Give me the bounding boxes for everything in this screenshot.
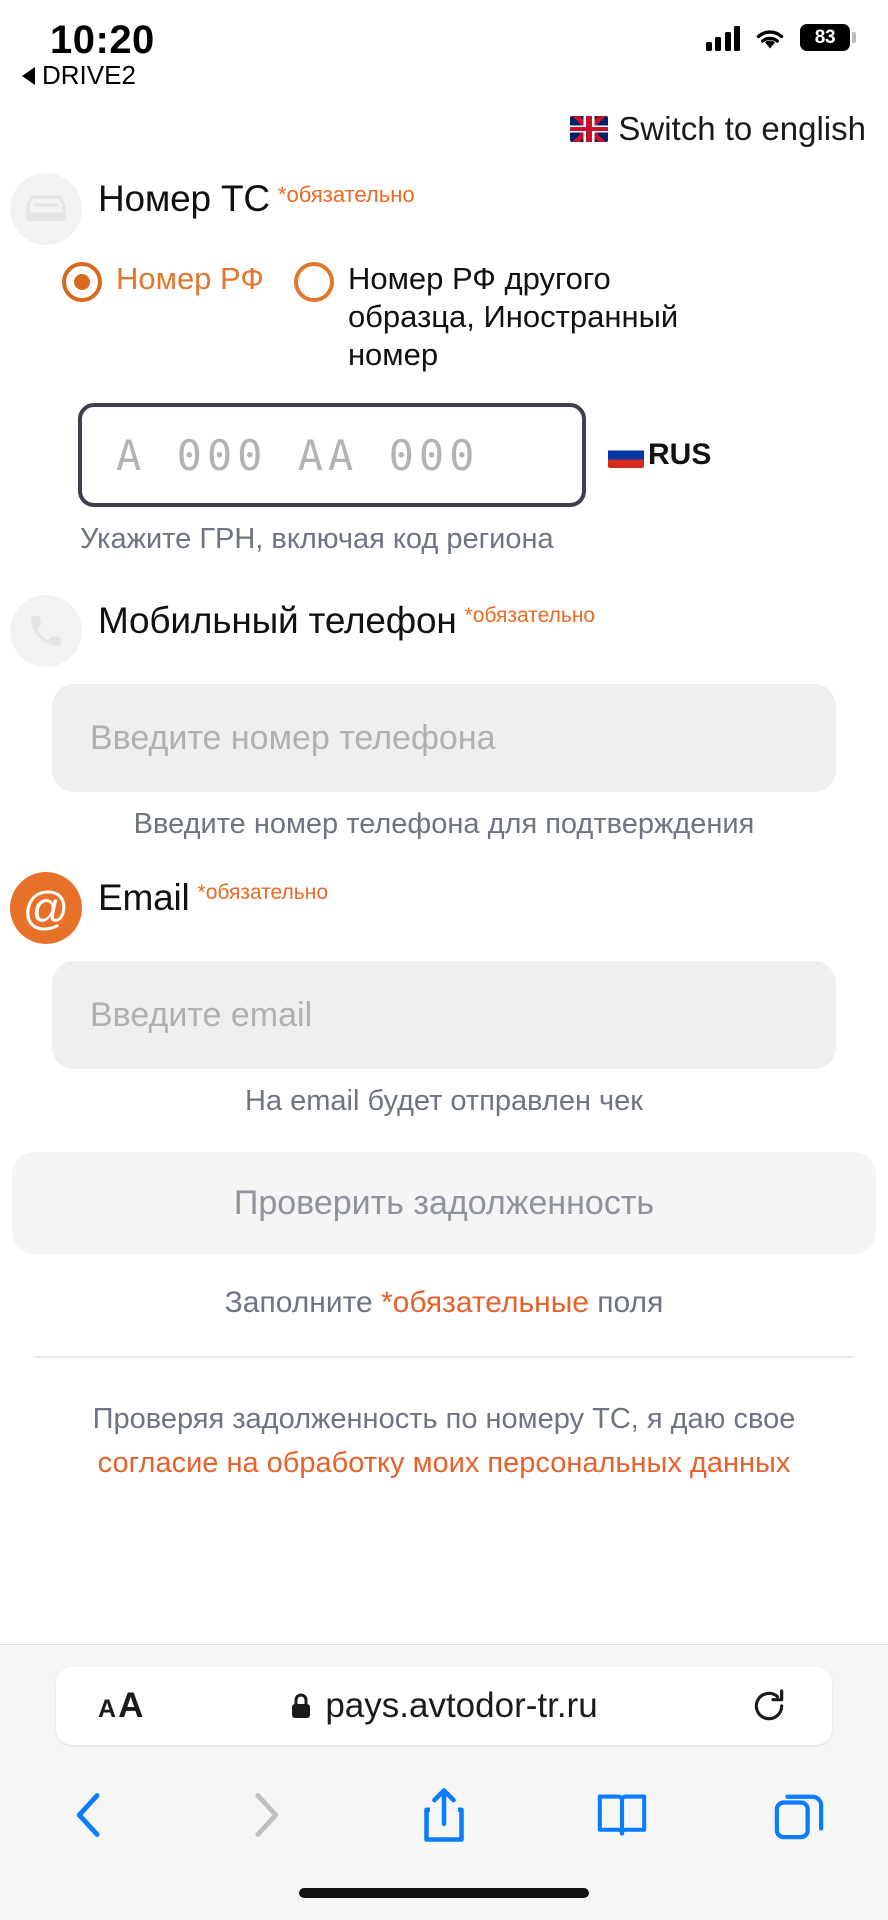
plate-type-radio-group: Номер РФ Номер РФ другого образца, Иност…	[62, 260, 888, 373]
reload-icon[interactable]	[750, 1687, 788, 1725]
fill-required-note: Заполните *обязательные поля	[0, 1286, 888, 1320]
cellular-bars-icon	[705, 25, 740, 51]
radio-ru-plate-label: Номер РФ	[116, 261, 264, 296]
share-icon	[424, 1788, 464, 1842]
browser-nav-buttons	[0, 1767, 888, 1863]
vehicle-field-header: Номер ТС *обязательно	[0, 173, 888, 245]
radio-other-plate-icon[interactable]	[293, 262, 334, 302]
car-icon	[10, 173, 82, 245]
phone-required-label: *обязательно	[464, 604, 596, 628]
phone-input[interactable]: Введите номер телефона	[52, 684, 836, 793]
at-icon: @	[10, 872, 82, 945]
nav-back-button[interactable]	[0, 1789, 178, 1841]
status-indicators: 83	[705, 24, 856, 51]
email-field-header: @ Email *обязательно	[0, 872, 888, 945]
fill-note-accent: *обязательные	[381, 1286, 589, 1320]
text-size-large-label: A	[118, 1686, 144, 1725]
lock-icon	[292, 1693, 311, 1718]
phone-placeholder: Введите номер телефона	[90, 718, 496, 757]
back-to-app-link[interactable]: DRIVE2	[22, 60, 136, 91]
email-title: Email	[98, 877, 190, 919]
uk-flag-icon	[570, 116, 609, 142]
tabs-button[interactable]	[710, 1790, 888, 1840]
consent-block: Проверяя задолженность по номеру ТС, я д…	[49, 1398, 839, 1485]
consent-text: Проверяя задолженность по номеру ТС, я д…	[92, 1403, 796, 1436]
fill-note-suffix: поля	[588, 1286, 664, 1320]
russia-flag-icon	[608, 442, 644, 469]
plate-placeholder: А 000 АА 000	[116, 430, 480, 480]
address-bar[interactable]: A A pays.avtodor-tr.ru	[56, 1667, 832, 1745]
bookmarks-button[interactable]	[533, 1791, 711, 1839]
vehicle-title: Номер ТС	[98, 178, 270, 219]
email-placeholder: Введите email	[90, 995, 313, 1034]
url-display: pays.avtodor-tr.ru	[290, 1686, 598, 1726]
back-app-label: DRIVE2	[42, 60, 136, 90]
plate-hint: Укажите ГРН, включая код региона	[80, 523, 554, 556]
email-hint: На email будет отправлен чек	[245, 1085, 643, 1118]
email-input[interactable]: Введите email	[52, 961, 836, 1070]
back-triangle-icon	[22, 66, 35, 85]
browser-toolbar: A A pays.avtodor-tr.ru	[0, 1644, 888, 1920]
country-badge: RUS	[608, 438, 711, 472]
home-indicator	[299, 1888, 589, 1898]
email-section: @ Email *обязательно Введите email На em…	[0, 872, 888, 1118]
radio-option-ru-plate[interactable]: Номер РФ	[62, 260, 264, 302]
plate-number-input[interactable]: А 000 АА 000	[78, 403, 586, 508]
radio-ru-plate-icon[interactable]	[62, 262, 102, 302]
chevron-right-icon	[255, 1793, 279, 1837]
page-content: Switch to english Номер ТС *обязательно	[0, 92, 888, 1485]
check-debt-label: Проверить задолженность	[233, 1183, 655, 1222]
text-size-button[interactable]: A A	[98, 1686, 143, 1726]
phone-icon	[10, 595, 82, 668]
wifi-icon	[756, 29, 784, 48]
chevron-left-icon	[76, 1793, 100, 1837]
country-code-label: RUS	[648, 438, 712, 472]
tabs-icon	[774, 1794, 824, 1840]
status-bar: 10:20 DRIVE2 83	[0, 0, 888, 92]
battery-icon: 83	[800, 24, 856, 51]
radio-other-plate-label: Номер РФ другого образца, Иностранный но…	[347, 261, 679, 372]
email-required-label: *обязательно	[197, 881, 329, 905]
plate-input-row: А 000 АА 000 RUS	[78, 403, 888, 508]
switch-language-label: Switch to english	[618, 110, 866, 147]
consent-link[interactable]: согласие на обработку моих персональных …	[49, 1442, 839, 1486]
section-divider	[34, 1356, 854, 1359]
phone-section: Мобильный телефон *обязательно Введите н…	[0, 595, 888, 841]
nav-forward-button[interactable]	[178, 1789, 356, 1841]
phone-hint: Введите номер телефона для подтверждения	[133, 808, 755, 841]
phone-screen: 10:20 DRIVE2 83 Switch to english Номер …	[0, 0, 888, 1920]
vehicle-section: Номер ТС *обязательно Номер РФ Номер РФ …	[0, 173, 888, 556]
book-icon	[597, 1794, 646, 1836]
battery-level: 83	[814, 26, 836, 48]
language-switcher[interactable]: Switch to english	[0, 92, 888, 148]
phone-title: Мобильный телефон	[98, 600, 457, 642]
share-button[interactable]	[355, 1787, 533, 1843]
radio-option-other-plate[interactable]: Номер РФ другого образца, Иностранный но…	[293, 260, 728, 373]
status-time: 10:20	[50, 18, 155, 62]
fill-note-prefix: Заполните	[224, 1286, 381, 1320]
check-debt-button[interactable]: Проверить задолженность	[12, 1152, 876, 1255]
url-text: pays.avtodor-tr.ru	[325, 1686, 598, 1725]
text-size-small-label: A	[98, 1695, 117, 1723]
phone-field-header: Мобильный телефон *обязательно	[0, 595, 888, 668]
vehicle-required-label: *обязательно	[277, 182, 415, 207]
